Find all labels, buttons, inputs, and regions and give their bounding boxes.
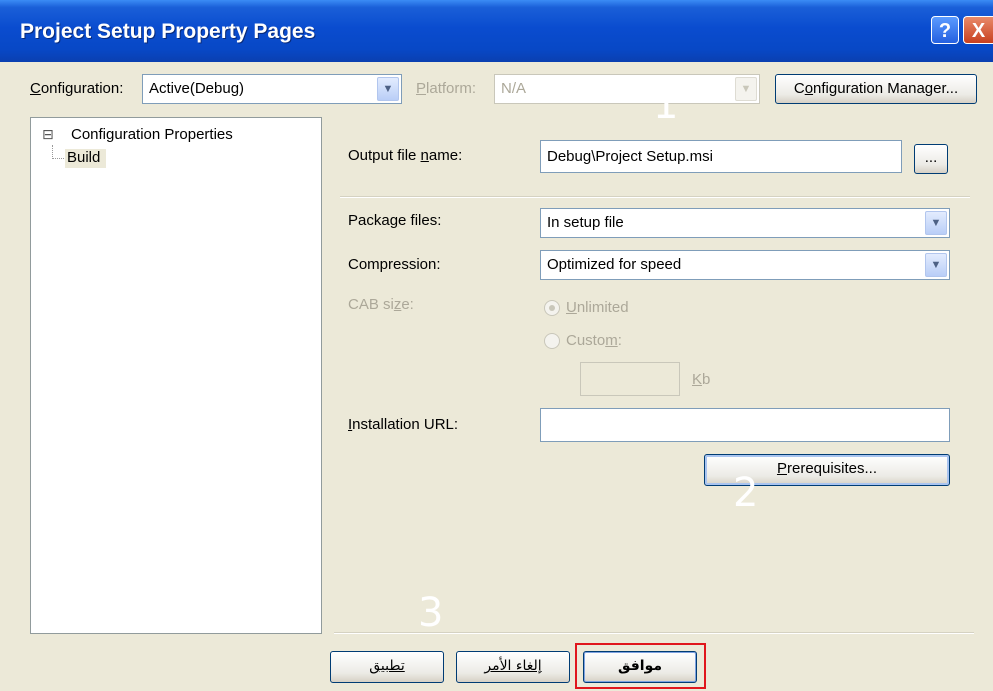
package-label-accel: g xyxy=(389,212,399,229)
platform-value: N/A xyxy=(501,80,527,97)
custom-rest: : xyxy=(617,332,622,349)
config-manager-rest: nfiguration Manager... xyxy=(813,80,959,97)
unlimited-accel: U xyxy=(566,299,577,316)
unlimited-text: nlimited xyxy=(576,299,629,316)
output-label-rest: ame: xyxy=(428,147,463,164)
separator xyxy=(334,632,974,634)
output-label-pre: Output file xyxy=(348,147,421,164)
apply-button[interactable]: تطبيق xyxy=(330,651,444,683)
custom-label: Custom: xyxy=(566,332,622,349)
package-label-rest: e files: xyxy=(398,212,442,229)
ok-button[interactable]: موافق xyxy=(583,651,697,683)
config-manager-accel: o xyxy=(804,80,814,97)
platform-label-text: latform: xyxy=(426,80,477,97)
output-file-name-input[interactable]: Debug\Project Setup.msi xyxy=(540,140,902,173)
annotation-number-1: 1 xyxy=(653,82,679,128)
separator xyxy=(340,196,970,198)
cab-label-rest: e: xyxy=(401,296,414,313)
configuration-dropdown[interactable]: Active(Debug) ▼ xyxy=(142,74,402,104)
install-url-text: nstallation URL: xyxy=(352,416,459,433)
package-files-value: In setup file xyxy=(547,214,624,231)
prereq-accel: P xyxy=(776,460,787,477)
chevron-down-icon[interactable]: ▼ xyxy=(925,211,947,235)
platform-label-accel: P xyxy=(416,80,427,97)
output-file-name-label: Output file name: xyxy=(348,147,462,164)
unlimited-radio xyxy=(544,300,560,316)
apply-label: تطبيق xyxy=(369,658,405,674)
configuration-manager-button[interactable]: Configuration Manager... xyxy=(775,74,977,104)
compression-dropdown[interactable]: Optimized for speed ▼ xyxy=(540,250,950,280)
cab-size-label: CAB size: xyxy=(348,296,414,313)
close-button[interactable]: X xyxy=(963,16,993,44)
tree-node-configuration-properties[interactable]: Configuration Properties xyxy=(71,126,233,143)
configuration-label: Configuration: xyxy=(30,80,123,97)
unlimited-label: Unlimited xyxy=(566,299,629,316)
custom-size-input xyxy=(580,362,680,396)
compression-label: Compression: xyxy=(348,256,441,273)
kb-accel: K xyxy=(692,371,703,388)
output-label-accel: n xyxy=(420,147,429,164)
cancel-label: إلغاء الأمر xyxy=(484,658,542,674)
prereq-text: rerequisites... xyxy=(786,460,878,477)
configuration-label-accel: C xyxy=(30,80,41,97)
platform-dropdown: N/A ▼ xyxy=(494,74,760,104)
package-label-pre: Packa xyxy=(348,212,390,229)
cancel-button[interactable]: إلغاء الأمر xyxy=(456,651,570,683)
help-button[interactable]: ? xyxy=(931,16,959,44)
installation-url-input[interactable] xyxy=(540,408,950,442)
configuration-value: Active(Debug) xyxy=(149,80,245,97)
config-manager-pre: C xyxy=(793,80,805,97)
tree-connector xyxy=(52,158,64,160)
kb-label: Kb xyxy=(692,371,710,388)
configuration-label-text: onfiguration: xyxy=(40,80,124,97)
output-file-name-value: Debug\Project Setup.msi xyxy=(547,148,713,165)
custom-radio xyxy=(544,333,560,349)
property-tree[interactable]: ⊟ Configuration Properties Build xyxy=(30,117,322,634)
custom-pre: Custo xyxy=(566,332,606,349)
kb-text: b xyxy=(702,371,711,388)
chevron-down-icon[interactable]: ▼ xyxy=(377,77,399,101)
package-files-dropdown[interactable]: In setup file ▼ xyxy=(540,208,950,238)
cab-label-pre: CAB si xyxy=(348,296,394,313)
tree-connector xyxy=(52,145,54,159)
annotation-number-2: 2 xyxy=(733,470,759,516)
browse-button[interactable]: ... xyxy=(914,144,948,174)
ok-label: موافق xyxy=(617,658,663,674)
chevron-down-icon: ▼ xyxy=(735,77,757,101)
custom-accel: m xyxy=(605,332,618,349)
compression-value: Optimized for speed xyxy=(547,256,682,273)
chevron-down-icon[interactable]: ▼ xyxy=(925,253,947,277)
annotation-number-3: 3 xyxy=(418,590,444,636)
collapse-icon[interactable]: ⊟ xyxy=(42,126,54,143)
platform-label: Platform: xyxy=(416,80,476,97)
installation-url-label: Installation URL: xyxy=(348,416,458,433)
package-files-label: Package files: xyxy=(348,212,441,229)
tree-node-build[interactable]: Build xyxy=(65,149,107,168)
window-title: Project Setup Property Pages xyxy=(20,20,316,43)
